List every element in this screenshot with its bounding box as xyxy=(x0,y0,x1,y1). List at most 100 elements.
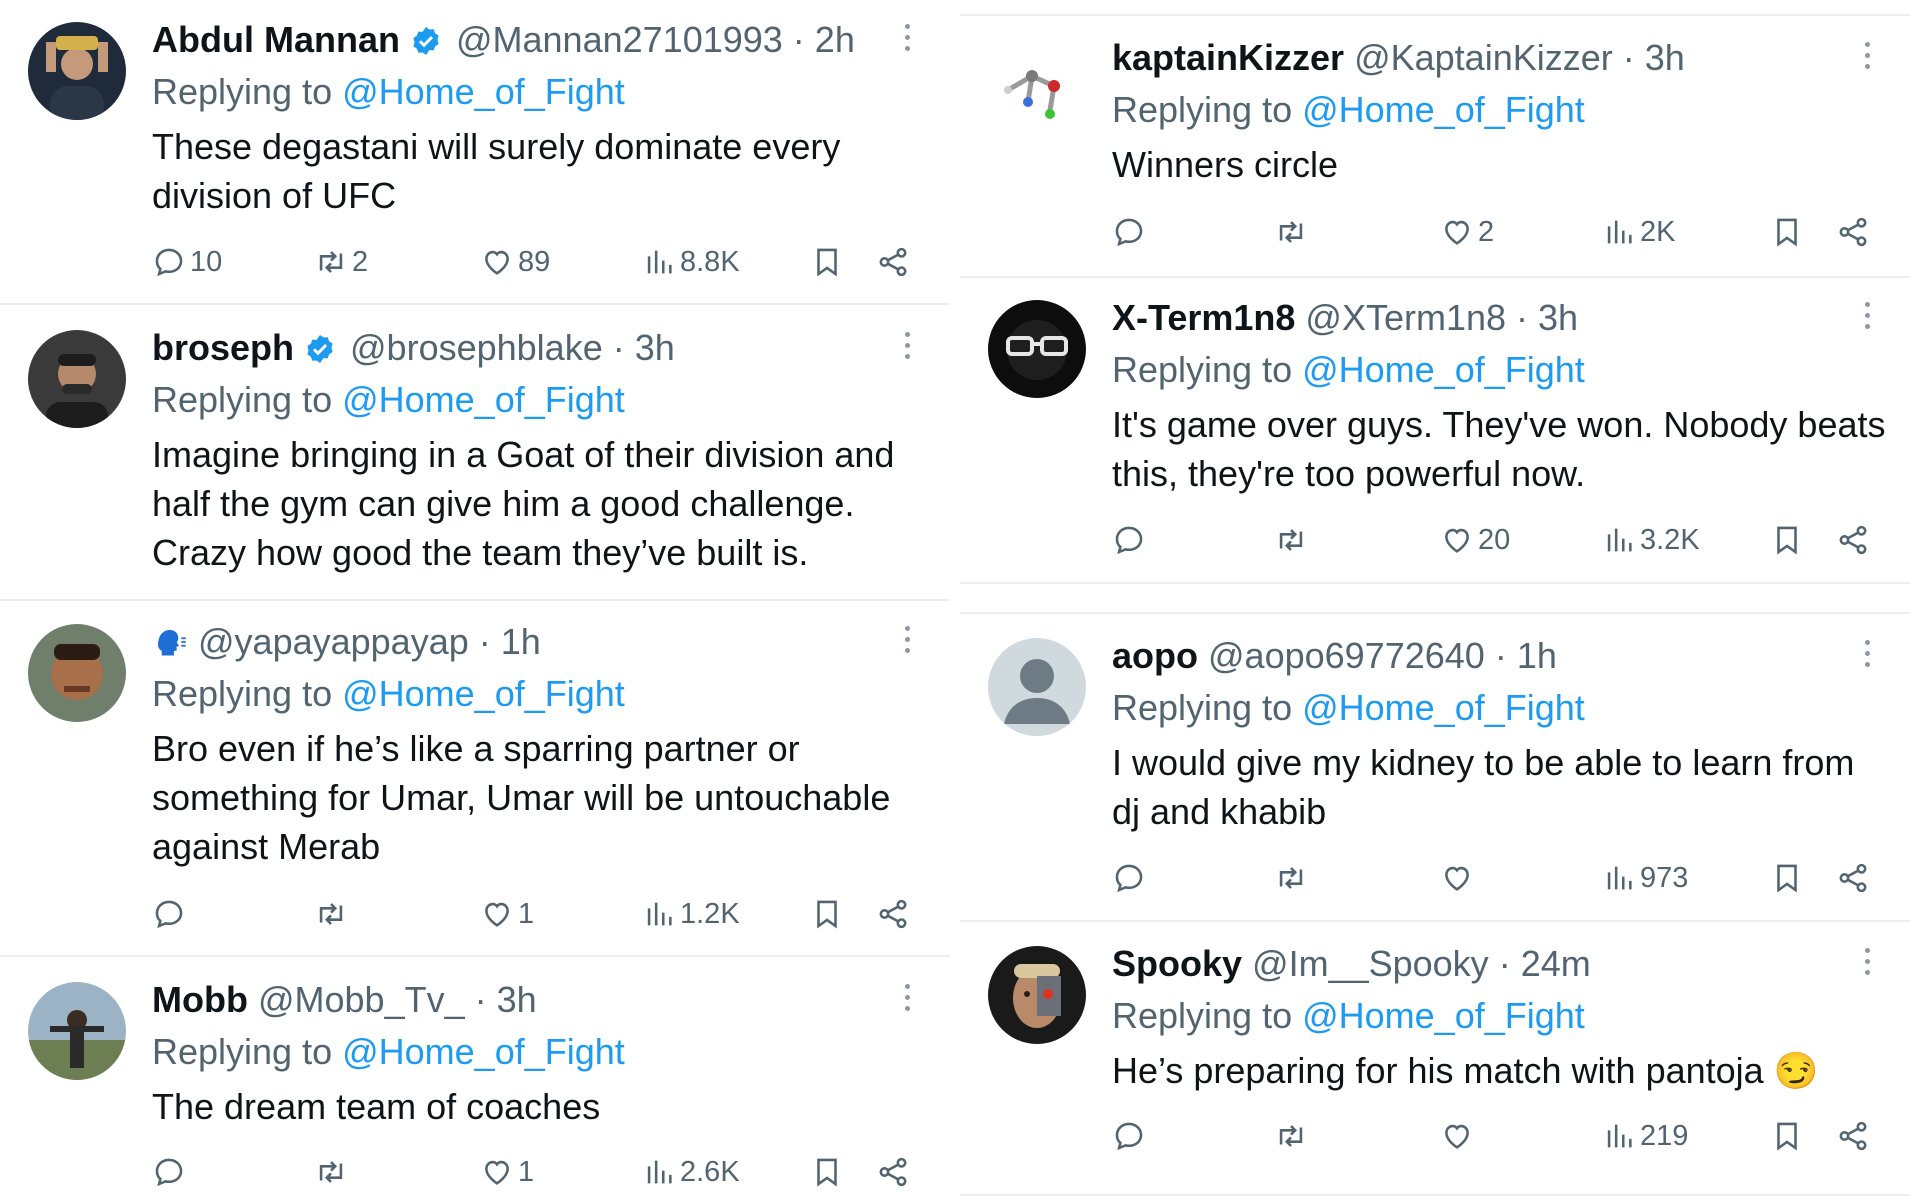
user-handle[interactable]: @yapayappayap xyxy=(198,621,469,662)
display-name[interactable]: broseph xyxy=(152,327,294,368)
more-icon[interactable] xyxy=(1862,42,1872,78)
reply-button[interactable]: 10 xyxy=(152,240,222,284)
avatar[interactable] xyxy=(988,638,1086,736)
like-button[interactable] xyxy=(1440,856,1478,900)
bookmark-button[interactable] xyxy=(810,892,844,936)
retweet-button[interactable] xyxy=(1274,518,1312,562)
more-icon[interactable] xyxy=(902,626,912,662)
retweet-button[interactable] xyxy=(1274,856,1312,900)
display-name[interactable]: aopo xyxy=(1112,635,1198,676)
bookmark-button[interactable] xyxy=(1770,518,1804,562)
avatar[interactable] xyxy=(28,982,126,1080)
share-button[interactable] xyxy=(876,1150,910,1194)
user-handle[interactable]: @Mannan27101993 xyxy=(456,19,783,60)
like-button[interactable]: 1 xyxy=(480,892,534,936)
display-name[interactable]: Mobb xyxy=(152,979,248,1020)
mention-link[interactable]: @Home_of_Fight xyxy=(342,1031,625,1072)
retweet-button[interactable] xyxy=(1274,210,1312,254)
mention-link[interactable]: @Home_of_Fight xyxy=(1302,89,1585,130)
bookmark-button[interactable] xyxy=(810,240,844,284)
like-button[interactable]: 2 xyxy=(1440,210,1494,254)
retweet-button[interactable]: 2 xyxy=(314,240,368,284)
timestamp[interactable]: 3h xyxy=(1645,37,1685,78)
more-icon[interactable] xyxy=(902,984,912,1020)
reply-icon xyxy=(1115,864,1143,893)
user-handle[interactable]: @KaptainKizzer xyxy=(1354,37,1613,78)
user-handle[interactable]: @brosephblake xyxy=(350,327,603,368)
more-icon[interactable] xyxy=(1862,640,1872,676)
bookmark-button[interactable] xyxy=(1770,210,1804,254)
avatar[interactable] xyxy=(28,624,126,722)
reply-button[interactable] xyxy=(1112,210,1150,254)
bookmark-button[interactable] xyxy=(1770,1114,1804,1158)
views-button[interactable]: 8.8K xyxy=(642,240,740,284)
retweet-button[interactable] xyxy=(314,1150,352,1194)
timestamp[interactable]: 2h xyxy=(815,19,855,60)
reply-tweet[interactable]: Mobb @Mobb_Tv_ · 3h Replying to @Home_of_… xyxy=(0,960,950,1200)
mention-link[interactable]: @Home_of_Fight xyxy=(342,379,625,420)
retweet-button[interactable] xyxy=(314,892,352,936)
avatar[interactable] xyxy=(988,946,1086,1044)
reply-tweet[interactable]: Spooky @Im__Spooky · 24m Replying to @Hom… xyxy=(960,924,1910,1194)
mention-link[interactable]: @Home_of_Fight xyxy=(342,673,625,714)
timestamp[interactable]: 3h xyxy=(1538,297,1578,338)
mention-link[interactable]: @Home_of_Fight xyxy=(1302,995,1585,1036)
mention-link[interactable]: @Home_of_Fight xyxy=(1302,687,1585,728)
reply-tweet[interactable]: @yapayappayap · 1h Replying to @Home_of_… xyxy=(0,602,950,956)
more-icon[interactable] xyxy=(902,332,912,368)
mention-link[interactable]: @Home_of_Fight xyxy=(342,71,625,112)
like-count: 89 xyxy=(518,245,551,278)
avatar[interactable] xyxy=(28,22,126,120)
avatar[interactable] xyxy=(988,300,1086,398)
views-button[interactable]: 3.2K xyxy=(1602,518,1700,562)
share-button[interactable] xyxy=(876,892,910,936)
mention-link[interactable]: @Home_of_Fight xyxy=(1302,349,1585,390)
avatar[interactable] xyxy=(28,330,126,428)
more-icon[interactable] xyxy=(1862,948,1872,984)
bookmark-button[interactable] xyxy=(810,1150,844,1194)
timestamp[interactable]: 3h xyxy=(635,327,675,368)
views-button[interactable]: 2K xyxy=(1602,210,1675,254)
timestamp[interactable]: 3h xyxy=(497,979,537,1020)
avatar[interactable] xyxy=(988,40,1086,138)
share-button[interactable] xyxy=(1836,1114,1870,1158)
views-button[interactable]: 2.6K xyxy=(642,1150,740,1194)
bookmark-button[interactable] xyxy=(1770,856,1804,900)
views-button[interactable]: 973 xyxy=(1602,856,1688,900)
user-handle[interactable]: @aopo69772640 xyxy=(1208,635,1485,676)
reply-button[interactable] xyxy=(1112,1114,1150,1158)
share-button[interactable] xyxy=(1836,210,1870,254)
views-button[interactable]: 219 xyxy=(1602,1114,1688,1158)
more-icon[interactable] xyxy=(1862,302,1872,338)
share-button[interactable] xyxy=(1836,856,1870,900)
replying-to: Replying to @Home_of_Fight xyxy=(152,673,625,714)
display-name[interactable]: X-Term1n8 xyxy=(1112,297,1295,338)
retweet-button[interactable] xyxy=(1274,1114,1312,1158)
display-name[interactable]: kaptainKizzer xyxy=(1112,37,1344,78)
more-icon[interactable] xyxy=(902,24,912,60)
user-handle[interactable]: @Im__Spooky xyxy=(1252,943,1489,984)
like-button[interactable]: 20 xyxy=(1440,518,1510,562)
timestamp[interactable]: 24m xyxy=(1521,943,1591,984)
reply-button[interactable] xyxy=(1112,518,1150,562)
display-name[interactable]: Abdul Mannan xyxy=(152,19,400,60)
like-button[interactable]: 1 xyxy=(480,1150,534,1194)
user-handle[interactable]: @XTerm1n8 xyxy=(1305,297,1506,338)
reply-button[interactable] xyxy=(152,892,190,936)
reply-button[interactable] xyxy=(152,1150,190,1194)
reply-tweet[interactable]: X-Term1n8 @XTerm1n8 · 3h Replying to @Hom… xyxy=(960,278,1910,582)
timestamp[interactable]: 1h xyxy=(501,621,541,662)
views-button[interactable]: 1.2K xyxy=(642,892,740,936)
like-button[interactable] xyxy=(1440,1114,1478,1158)
timestamp[interactable]: 1h xyxy=(1517,635,1557,676)
reply-tweet[interactable]: aopo @aopo69772640 · 1h Replying to @Home… xyxy=(960,616,1910,916)
user-handle[interactable]: @Mobb_Tv_ xyxy=(258,979,465,1020)
reply-tweet[interactable]: Abdul Mannan @Mannan27101993 · 2h Replyin… xyxy=(0,0,950,300)
reply-tweet[interactable]: kaptainKizzer @KaptainKizzer · 3h Replyin… xyxy=(960,18,1910,274)
reply-button[interactable] xyxy=(1112,856,1150,900)
reply-tweet[interactable]: broseph @brosephblake · 3h Replying to @H… xyxy=(0,308,950,598)
display-name[interactable]: Spooky xyxy=(1112,943,1242,984)
share-button[interactable] xyxy=(1836,518,1870,562)
share-button[interactable] xyxy=(876,240,910,284)
like-button[interactable]: 89 xyxy=(480,240,550,284)
